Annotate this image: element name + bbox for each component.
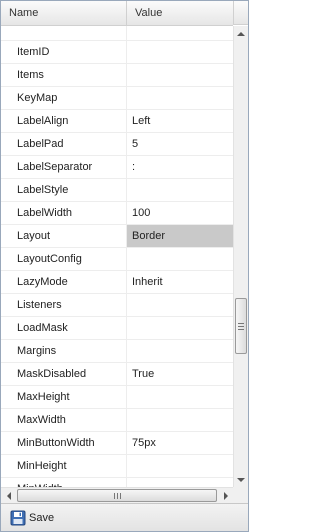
property-name: MinHeight [11,455,127,477]
property-value[interactable] [127,41,233,63]
scroll-right-arrow-icon[interactable] [218,488,233,503]
property-value[interactable]: 100 [127,202,233,224]
property-value[interactable] [127,87,233,109]
save-button[interactable]: Save [8,507,57,529]
vertical-scrollbar[interactable] [233,26,248,487]
horizontal-scrollbar[interactable] [1,487,233,503]
property-value[interactable] [127,317,233,339]
property-name: MinButtonWidth [11,432,127,454]
bottom-toolbar: Save [1,503,248,531]
property-row[interactable]: KeyMap [1,87,233,110]
property-value-selected[interactable]: Border [127,225,233,247]
grid-header: Name Value [1,1,233,26]
property-row[interactable]: ItemID [1,41,233,64]
property-row[interactable]: LoadMask [1,317,233,340]
property-name [11,26,127,40]
floppy-disk-icon [10,510,26,525]
scroll-up-arrow-icon[interactable] [234,26,248,41]
property-value[interactable] [127,409,233,431]
property-name: Listeners [11,294,127,316]
property-value[interactable]: : [127,156,233,178]
property-name: MaskDisabled [11,363,127,385]
property-value[interactable] [127,386,233,408]
property-row[interactable]: MaskDisabled True [1,363,233,386]
property-value[interactable] [127,340,233,362]
property-name: LabelWidth [11,202,127,224]
property-grid-panel: Name Value ItemID Items KeyMap LabelAlig… [0,0,249,532]
property-name: KeyMap [11,87,127,109]
property-value[interactable]: 75px [127,432,233,454]
horizontal-scroll-thumb[interactable] [17,489,217,502]
property-name: LayoutConfig [11,248,127,270]
property-value[interactable] [127,64,233,86]
property-value[interactable]: Inherit [127,271,233,293]
scroll-down-arrow-icon[interactable] [234,472,248,487]
property-value[interactable]: 5 [127,133,233,155]
property-name: MinWidth [11,478,127,487]
property-name: LazyMode [11,271,127,293]
property-name: Items [11,64,127,86]
property-row[interactable]: LabelPad 5 [1,133,233,156]
property-row[interactable]: LabelWidth 100 [1,202,233,225]
property-name: MaxHeight [11,386,127,408]
property-name: LabelAlign [11,110,127,132]
property-name: Layout [11,225,127,247]
column-header-value[interactable]: Value [127,1,233,25]
property-row[interactable]: MaxHeight [1,386,233,409]
property-row[interactable]: Listeners [1,294,233,317]
property-name: LoadMask [11,317,127,339]
property-row[interactable]: LayoutConfig [1,248,233,271]
property-name: LabelSeparator [11,156,127,178]
property-name: LabelPad [11,133,127,155]
scroll-left-arrow-icon[interactable] [1,488,16,503]
property-row[interactable]: LazyMode Inherit [1,271,233,294]
column-header-name[interactable]: Name [1,1,127,25]
property-row[interactable]: LabelSeparator : [1,156,233,179]
save-label: Save [29,511,55,524]
property-row[interactable]: MinButtonWidth 75px [1,432,233,455]
header-corner [233,1,248,25]
property-value[interactable] [127,294,233,316]
property-value[interactable] [127,179,233,201]
property-value[interactable]: True [127,363,233,385]
property-value[interactable] [127,455,233,477]
property-value[interactable] [127,26,233,40]
grid-body: ItemID Items KeyMap LabelAlign Left Labe… [1,26,233,487]
property-row[interactable]: Margins [1,340,233,363]
property-row[interactable]: MaxWidth [1,409,233,432]
property-name: LabelStyle [11,179,127,201]
property-value[interactable]: Left [127,110,233,132]
property-row[interactable] [1,26,233,41]
property-row[interactable]: LabelStyle [1,179,233,202]
property-row[interactable]: MinHeight [1,455,233,478]
property-row[interactable]: LabelAlign Left [1,110,233,133]
property-row[interactable]: Items [1,64,233,87]
vertical-scroll-thumb[interactable] [235,298,247,354]
property-row-selected[interactable]: Layout Border [1,225,233,248]
property-row[interactable]: MinWidth [1,478,233,487]
property-value[interactable] [127,478,233,487]
property-name: ItemID [11,41,127,63]
scrollbar-corner [233,487,248,503]
property-name: Margins [11,340,127,362]
property-value[interactable] [127,248,233,270]
property-name: MaxWidth [11,409,127,431]
